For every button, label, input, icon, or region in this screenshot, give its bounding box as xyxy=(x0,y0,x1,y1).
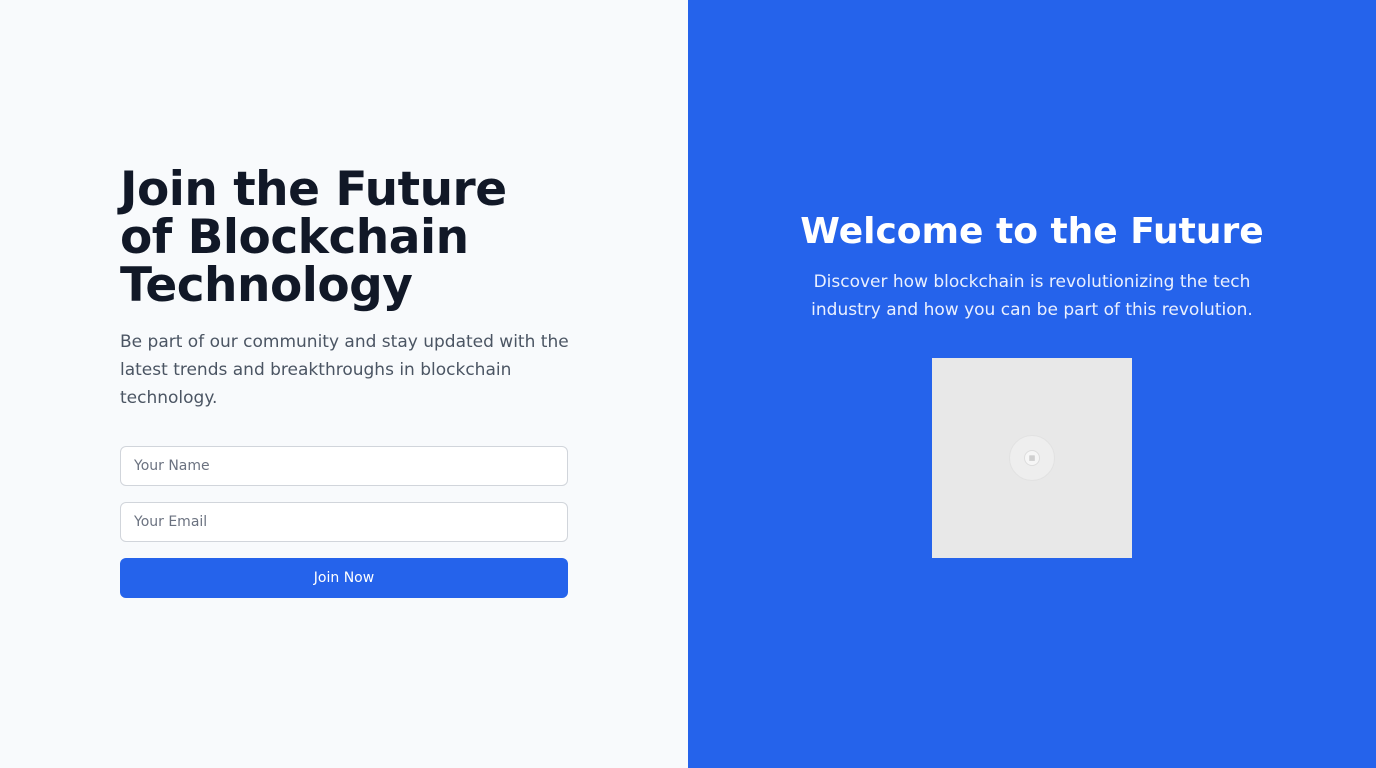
signup-form: Join Now xyxy=(120,446,568,598)
welcome-title: Welcome to the Future xyxy=(800,211,1264,252)
broken-image-icon: ▦ xyxy=(1009,435,1055,481)
name-input[interactable] xyxy=(120,446,568,486)
welcome-panel: Welcome to the Future Discover how block… xyxy=(688,0,1376,768)
hero-title: Join the Future of Blockchain Technology xyxy=(120,162,507,313)
image-placeholder: ▦ xyxy=(932,358,1132,558)
signup-panel: Join the Future of Blockchain Technology… xyxy=(0,0,688,768)
join-now-button[interactable]: Join Now xyxy=(120,558,568,598)
welcome-subtitle: Discover how blockchain is revolutionizi… xyxy=(811,272,1253,320)
hero-subtitle: Be part of our community and stay update… xyxy=(120,332,569,408)
email-input[interactable] xyxy=(120,502,568,542)
page: Join the Future of Blockchain Technology… xyxy=(0,0,1376,768)
